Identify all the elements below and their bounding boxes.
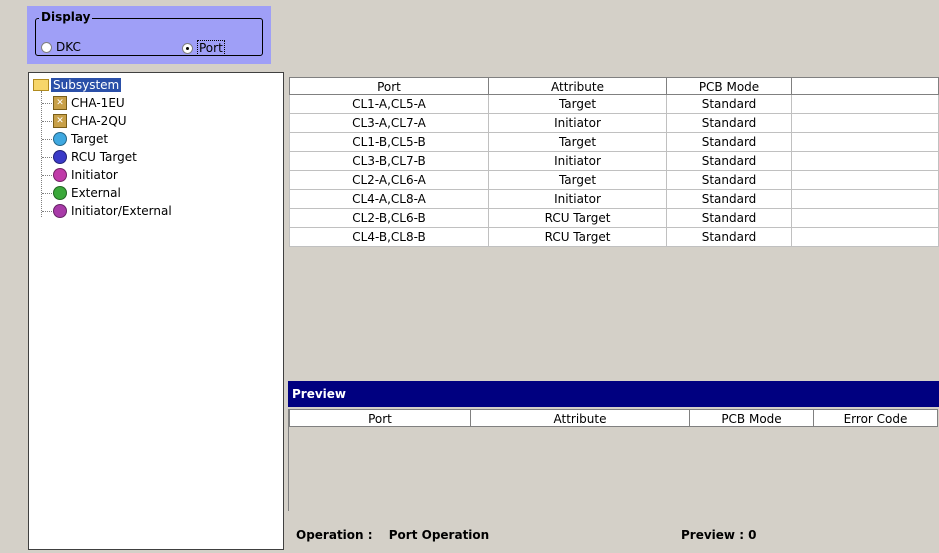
tree-item-external[interactable]: External [53, 184, 121, 202]
subsystem-tree[interactable]: Subsystem ✕ CHA-1EU ✕ CHA-2QU Target RCU… [28, 72, 284, 550]
table-row[interactable]: CL1-B,CL5-B Target Standard [289, 133, 939, 152]
tree-item-label[interactable]: CHA-1EU [71, 96, 125, 110]
rcu-target-port-icon [53, 150, 67, 164]
preview-column-header-pcb-mode[interactable]: PCB Mode [690, 409, 814, 427]
tree-item-subsystem[interactable]: Subsystem [33, 76, 122, 94]
cell-blank [792, 152, 939, 171]
cell-attribute: RCU Target [489, 228, 667, 247]
cell-pcb-mode: Standard [667, 133, 792, 152]
cell-pcb-mode: Standard [667, 209, 792, 228]
table-row[interactable]: CL4-A,CL8-A Initiator Standard [289, 190, 939, 209]
external-port-icon [53, 186, 67, 200]
cell-pcb-mode: Standard [667, 95, 792, 114]
tree-item-label[interactable]: External [71, 186, 121, 200]
cell-attribute: Target [489, 133, 667, 152]
cell-port: CL1-B,CL5-B [289, 133, 489, 152]
tree-item-label[interactable]: Target [71, 132, 108, 146]
target-port-icon [53, 132, 67, 146]
tree-connector [42, 139, 52, 140]
radio-port-label[interactable]: Port [197, 40, 225, 56]
tree-item-label[interactable]: RCU Target [71, 150, 137, 164]
display-panel: Display DKC Port [27, 6, 271, 64]
radio-dkc[interactable]: DKC [41, 40, 81, 54]
cell-blank [792, 95, 939, 114]
table-row[interactable]: CL3-A,CL7-A Initiator Standard [289, 114, 939, 133]
cell-blank [792, 171, 939, 190]
table-row[interactable]: CL2-B,CL6-B RCU Target Standard [289, 209, 939, 228]
port-table[interactable]: Port Attribute PCB Mode CL1-A,CL5-A Targ… [289, 77, 939, 375]
cha-chip-icon: ✕ [53, 114, 67, 128]
preview-column-header-attribute[interactable]: Attribute [471, 409, 690, 427]
tree-item-initiator[interactable]: Initiator [53, 166, 118, 184]
display-legend: Display [39, 10, 93, 24]
cell-blank [792, 114, 939, 133]
cell-pcb-mode: Standard [667, 114, 792, 133]
preview-table-header: Port Attribute PCB Mode Error Code [289, 409, 939, 427]
cell-attribute: Initiator [489, 114, 667, 133]
tree-item-target[interactable]: Target [53, 130, 108, 148]
cell-blank [792, 228, 939, 247]
radio-port[interactable]: Port [182, 40, 225, 56]
tree-item-cha-2qu[interactable]: ✕ CHA-2QU [53, 112, 127, 130]
tree-connector [42, 121, 52, 122]
cell-blank [792, 190, 939, 209]
cell-pcb-mode: Standard [667, 228, 792, 247]
radio-dkc-dot[interactable] [41, 41, 52, 53]
preview-column-header-port[interactable]: Port [289, 409, 471, 427]
initiator-external-port-icon [53, 204, 67, 218]
cell-port: CL2-B,CL6-B [289, 209, 489, 228]
cha-chip-icon: ✕ [53, 96, 67, 110]
tree-connector [42, 157, 52, 158]
cell-pcb-mode: Standard [667, 190, 792, 209]
table-row[interactable]: CL3-B,CL7-B Initiator Standard [289, 152, 939, 171]
tree-item-initiator-external[interactable]: Initiator/External [53, 202, 172, 220]
preview-table[interactable]: Port Attribute PCB Mode Error Code [288, 409, 939, 511]
operation-status: Operation : Port Operation [296, 528, 489, 542]
column-header-pcb-mode[interactable]: PCB Mode [667, 77, 792, 95]
cell-attribute: RCU Target [489, 209, 667, 228]
preview-column-header-error-code[interactable]: Error Code [814, 409, 938, 427]
operation-label: Operation : [296, 528, 373, 542]
cell-port: CL4-A,CL8-A [289, 190, 489, 209]
cell-port: CL3-A,CL7-A [289, 114, 489, 133]
initiator-port-icon [53, 168, 67, 182]
tree-item-rcu-target[interactable]: RCU Target [53, 148, 137, 166]
table-row[interactable]: CL4-B,CL8-B RCU Target Standard [289, 228, 939, 247]
cell-port: CL4-B,CL8-B [289, 228, 489, 247]
tree-item-label[interactable]: Initiator [71, 168, 118, 182]
column-header-attribute[interactable]: Attribute [489, 77, 667, 95]
tree-root-label[interactable]: Subsystem [51, 78, 122, 92]
tree-connector [42, 103, 52, 104]
cell-port: CL1-A,CL5-A [289, 95, 489, 114]
cell-blank [792, 133, 939, 152]
tree-connector [42, 211, 52, 212]
cell-attribute: Initiator [489, 152, 667, 171]
preview-title-bar: Preview [288, 381, 939, 407]
cell-pcb-mode: Standard [667, 171, 792, 190]
column-header-blank[interactable] [792, 77, 939, 95]
cell-attribute: Initiator [489, 190, 667, 209]
port-table-header: Port Attribute PCB Mode [289, 77, 939, 95]
operation-value: Port Operation [388, 528, 490, 542]
preview-count: Preview : 0 [681, 528, 757, 542]
cell-pcb-mode: Standard [667, 152, 792, 171]
cell-blank [792, 209, 939, 228]
cell-attribute: Target [489, 171, 667, 190]
tree-item-label[interactable]: CHA-2QU [71, 114, 127, 128]
column-header-port[interactable]: Port [289, 77, 489, 95]
radio-dkc-label[interactable]: DKC [56, 40, 81, 54]
port-grid: Port Attribute PCB Mode CL1-A,CL5-A Targ… [289, 77, 939, 247]
radio-port-dot[interactable] [182, 42, 193, 54]
table-row[interactable]: CL2-A,CL6-A Target Standard [289, 171, 939, 190]
tree-item-label[interactable]: Initiator/External [71, 204, 172, 218]
tree-item-cha-1eu[interactable]: ✕ CHA-1EU [53, 94, 125, 112]
tree-connector [42, 175, 52, 176]
cell-port: CL3-B,CL7-B [289, 152, 489, 171]
table-row[interactable]: CL1-A,CL5-A Target Standard [289, 95, 939, 114]
tree-connector [42, 193, 52, 194]
cell-port: CL2-A,CL6-A [289, 171, 489, 190]
cell-attribute: Target [489, 95, 667, 114]
tree-connector-vertical [41, 91, 42, 217]
folder-icon [33, 79, 49, 91]
